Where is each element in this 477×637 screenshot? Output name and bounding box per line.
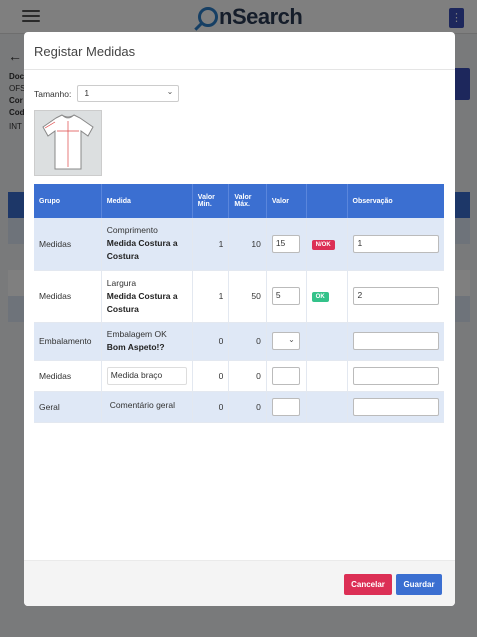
modal-footer: Cancelar Guardar [24,560,455,606]
column-header-medida: Medida [101,184,193,218]
cell-valor-max: 0 [228,360,267,392]
modal-header: Registar Medidas [24,32,455,70]
save-button[interactable]: Guardar [396,574,442,595]
cell-grupo: Geral [34,391,102,423]
cell-medida: Comprimento Medida Costura a Costura [101,218,193,271]
table-row: Medidas Largura Medida Costura a Costura… [34,270,444,323]
tshirt-diagram-image [34,110,102,176]
medida-description: Bom Aspeto!? [106,342,165,352]
valor-input[interactable] [271,397,300,416]
table-row: Geral Comentário geral 0 0 [34,391,444,423]
valor-select[interactable]: ⌄ [271,332,300,350]
table-row: Medidas Comprimento Medida Costura a Cos… [34,218,444,271]
cell-valor-min: 0 [192,322,230,361]
cell-valor-min: 1 [192,270,230,323]
observacao-input[interactable]: 2 [352,287,439,305]
cell-valor-max: 10 [228,218,267,271]
cell-observacao [347,391,444,423]
observacao-input[interactable]: 1 [352,234,439,253]
chevron-down-icon: ⌄ [288,335,295,344]
table-header-row: Grupo Medida Valor Min. Valor Máx. Valor… [34,184,444,218]
cell-medida: Medida braço [101,360,193,392]
size-select[interactable]: 1 ⌄ [77,85,180,102]
medida-name: Largura [106,277,137,288]
observacao-input[interactable] [352,397,439,416]
valor-input[interactable]: 5 [271,287,300,305]
cell-valor: ⌄ [266,322,307,361]
medida-name: Embalagem OK [106,329,167,339]
modal-title: Registar Medidas [34,44,136,59]
cell-valor: 5 [266,270,307,323]
register-measures-modal: Registar Medidas Tamanho: 1 ⌄ Grupo Medi… [24,32,455,606]
cell-valor-min: 1 [192,218,230,271]
cell-valor: 15 [266,218,307,271]
valor-input[interactable] [271,366,300,385]
cell-status [306,391,348,423]
cell-valor-max: 0 [228,391,267,423]
cell-grupo: Medidas [34,270,102,323]
observacao-input[interactable] [352,332,439,350]
cell-observacao: 1 [347,218,444,271]
cell-status: N/OK [306,218,348,271]
table-row: Medidas Medida braço 0 0 [34,360,444,392]
column-header-valor-min: Valor Min. [192,184,230,218]
medida-name: Comprimento [106,225,158,236]
status-badge-nok: N/OK [311,239,335,250]
cell-observacao [347,360,444,392]
size-row: Tamanho: 1 ⌄ [34,85,180,102]
cell-valor [266,391,307,423]
cell-grupo: Medidas [34,360,102,392]
valor-input[interactable]: 15 [271,234,300,253]
size-select-value: 1 [84,88,90,98]
column-header-status [306,184,348,218]
medida-description: Medida Costura a Costura [106,290,178,314]
column-header-grupo: Grupo [34,184,102,218]
cell-medida: Largura Medida Costura a Costura [101,270,193,323]
cell-status [306,322,348,361]
size-label: Tamanho: [34,88,72,99]
column-header-valor: Valor [266,184,307,218]
cell-valor [266,360,307,392]
column-header-valor-max: Valor Máx. [228,184,267,218]
modal-body: Tamanho: 1 ⌄ Grupo Medida Valor Min. Val… [24,70,455,560]
cell-valor-max: 0 [228,322,267,361]
cell-valor-min: 0 [192,360,230,392]
cell-status: OK [306,270,348,323]
cell-observacao: 2 [347,270,444,323]
cell-medida: Comentário geral [101,391,193,423]
cell-valor-max: 50 [228,270,267,323]
table-row: Embalamento Embalagem OK Bom Aspeto!? 0 … [34,322,444,361]
measures-table: Grupo Medida Valor Min. Valor Máx. Valor… [34,184,444,423]
cell-valor-min: 0 [192,391,230,423]
observacao-input[interactable] [352,366,439,385]
medida-input[interactable]: Comentário geral [107,398,187,416]
cell-observacao [347,322,444,361]
medida-description: Medida Costura a Costura [106,238,178,262]
cancel-button[interactable]: Cancelar [344,574,392,595]
cell-grupo: Embalamento [34,322,102,361]
medida-input[interactable]: Medida braço [106,366,187,385]
cell-medida: Embalagem OK Bom Aspeto!? [101,322,193,361]
cell-status [306,360,348,392]
cell-grupo: Medidas [34,218,102,271]
chevron-down-icon: ⌄ [166,87,174,96]
column-header-observacao: Observação [347,184,444,218]
status-badge-ok: OK [311,292,329,302]
